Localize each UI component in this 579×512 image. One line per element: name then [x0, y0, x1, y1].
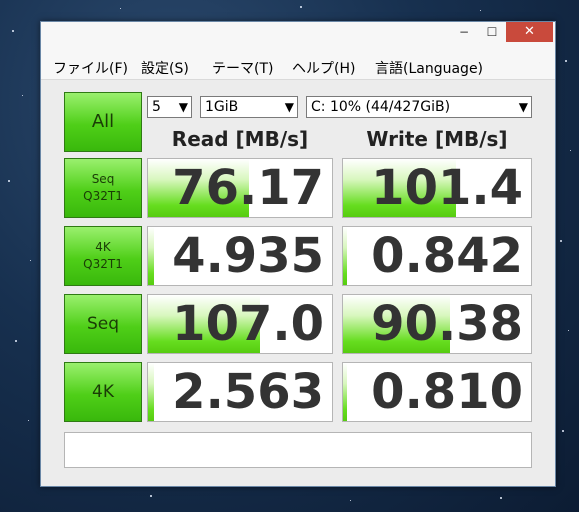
maximize-button[interactable]: ☐: [478, 22, 506, 42]
chevron-down-icon: ▼: [284, 100, 294, 114]
seq-read-cell: 107.0: [147, 294, 333, 354]
chevron-down-icon: ▼: [518, 100, 528, 114]
drive-value: C: 10% (44/427GiB): [311, 99, 451, 115]
seq-write-value: 90.38: [371, 296, 523, 352]
status-bar: [64, 432, 532, 468]
menu-file[interactable]: ファイル(F): [53, 58, 128, 78]
seq-q32t1-read-value: 76.17: [172, 160, 324, 216]
benchmark-panel: All 5 ▼ 1GiB ▼ C: 10% (44/427GiB) ▼ Read…: [41, 80, 555, 486]
write-header: Write [MB/s]: [366, 127, 508, 151]
menu-theme[interactable]: テーマ(T): [212, 58, 273, 78]
drive-select[interactable]: C: 10% (44/427GiB) ▼: [306, 96, 532, 118]
4k-q32t1-write-value: 0.842: [371, 228, 523, 284]
seq-q32t1-write-value: 101.4: [371, 160, 523, 216]
4k-read-bar: [148, 363, 154, 421]
menu-bar: ファイル(F) 設定(S) テーマ(T) ヘルプ(H) 言語(Language): [41, 55, 555, 80]
menu-settings[interactable]: 設定(S): [141, 58, 189, 78]
size-select[interactable]: 1GiB ▼: [200, 96, 298, 118]
chevron-down-icon: ▼: [178, 100, 188, 114]
count-value: 5: [152, 99, 161, 115]
count-select[interactable]: 5 ▼: [147, 96, 192, 118]
4k-q32t1-read-value: 4.935: [172, 228, 324, 284]
size-value: 1GiB: [205, 99, 239, 115]
4k-write-cell: 0.810: [342, 362, 532, 422]
seq-q32t1-write-cell: 101.4: [342, 158, 532, 218]
4k-q32t1-read-cell: 4.935: [147, 226, 333, 286]
seq-read-value: 107.0: [172, 296, 324, 352]
seq-q32t1-button[interactable]: Seq Q32T1: [64, 158, 142, 218]
menu-language[interactable]: 言語(Language): [375, 58, 483, 78]
seq-button[interactable]: Seq: [64, 294, 142, 354]
seq-write-cell: 90.38: [342, 294, 532, 354]
4k-q32t1-button[interactable]: 4K Q32T1: [64, 226, 142, 286]
4k-read-cell: 2.563: [147, 362, 333, 422]
close-button[interactable]: ✕: [506, 22, 553, 42]
4k-write-value: 0.810: [371, 364, 523, 420]
app-window: − ☐ ✕ ファイル(F) 設定(S) テーマ(T) ヘルプ(H) 言語(Lan…: [40, 21, 556, 487]
4k-write-bar: [343, 363, 347, 421]
4k-button[interactable]: 4K: [64, 362, 142, 422]
seq-q32t1-read-cell: 76.17: [147, 158, 333, 218]
minimize-button[interactable]: −: [450, 22, 478, 42]
4k-q32t1-write-bar: [343, 227, 347, 285]
4k-read-value: 2.563: [172, 364, 324, 420]
title-bar[interactable]: − ☐ ✕: [41, 22, 555, 55]
4k-q32t1-read-bar: [148, 227, 154, 285]
all-button[interactable]: All: [64, 92, 142, 152]
menu-help[interactable]: ヘルプ(H): [292, 58, 355, 78]
4k-q32t1-write-cell: 0.842: [342, 226, 532, 286]
read-header: Read [MB/s]: [171, 127, 309, 151]
